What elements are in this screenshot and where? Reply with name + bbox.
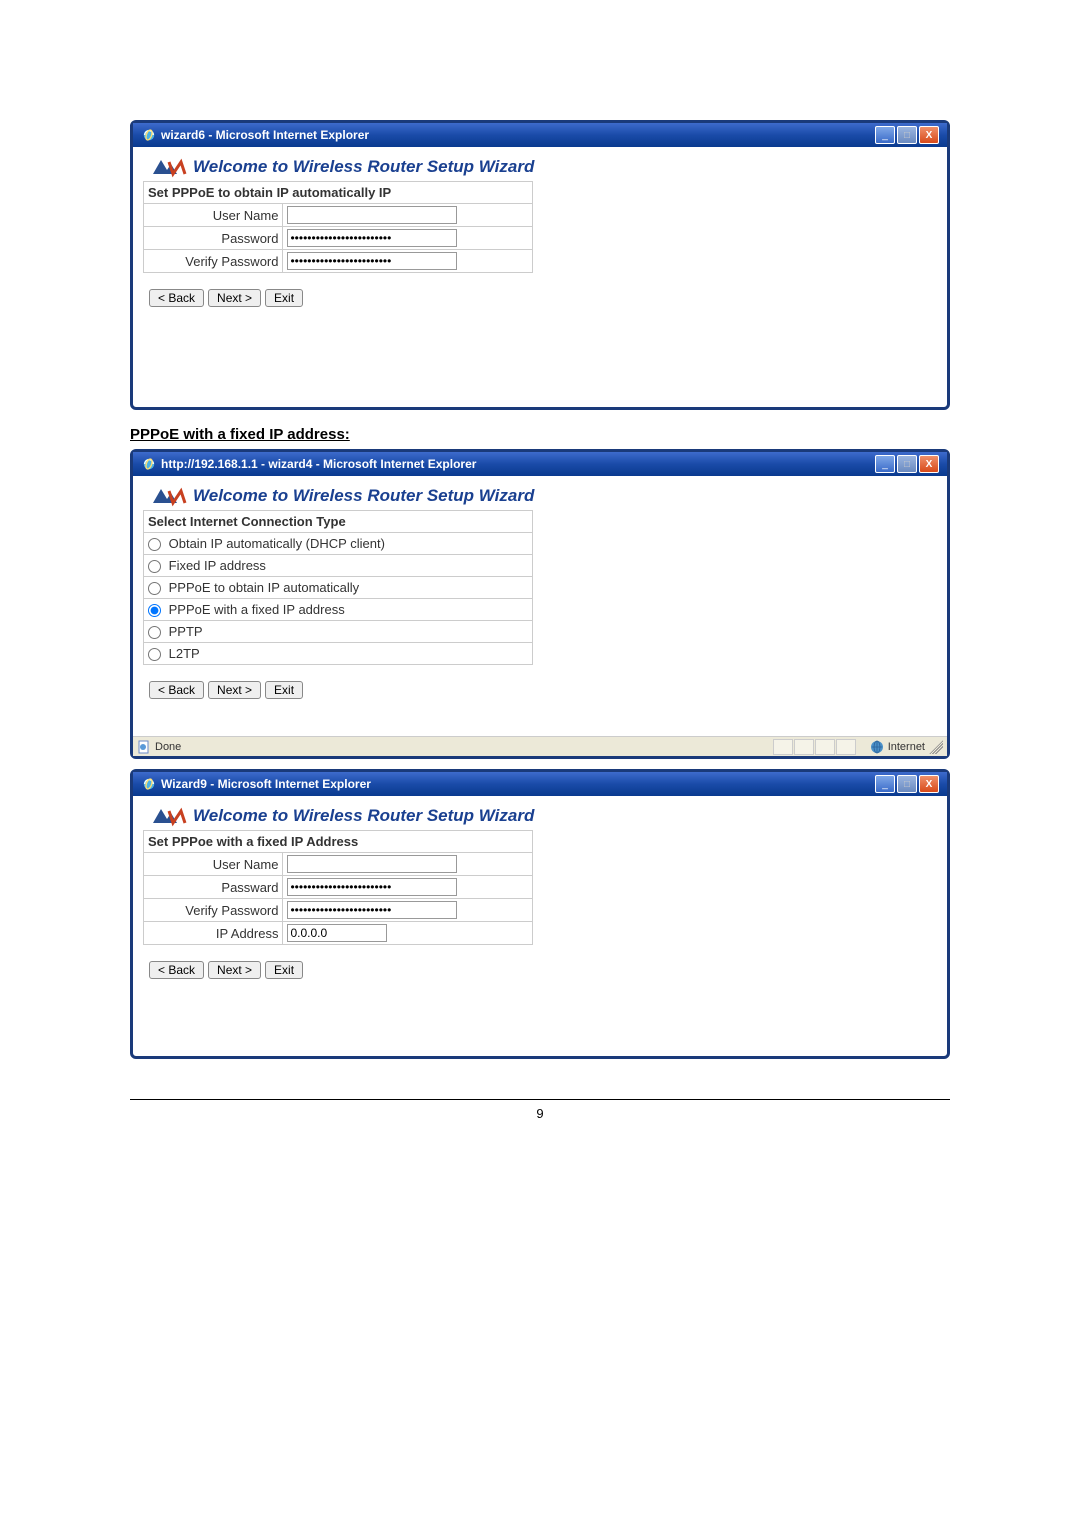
ie-icon — [141, 776, 157, 792]
minimize-button[interactable]: _ — [875, 455, 895, 473]
exit-button[interactable]: Exit — [265, 681, 303, 699]
option-pptp[interactable]: PPTP — [144, 621, 533, 643]
titlebar[interactable]: Wizard9 - Microsoft Internet Explorer _ … — [133, 772, 947, 796]
username-field[interactable] — [287, 206, 457, 224]
maximize-button[interactable]: □ — [897, 126, 917, 144]
option-fixed-ip[interactable]: Fixed IP address — [144, 555, 533, 577]
minimize-button[interactable]: _ — [875, 126, 895, 144]
exit-button[interactable]: Exit — [265, 289, 303, 307]
wizard-heading: Welcome to Wireless Router Setup Wizard — [149, 484, 937, 508]
status-bar: Done Internet — [133, 736, 947, 756]
section-heading-pppoe-fixed: PPPoE with a fixed IP address: — [130, 426, 950, 443]
titlebar[interactable]: wizard6 - Microsoft Internet Explorer _ … — [133, 123, 947, 147]
window-wizard4: http://192.168.1.1 - wizard4 - Microsoft… — [130, 449, 950, 759]
minimize-button[interactable]: _ — [875, 775, 895, 793]
window-title: Wizard9 - Microsoft Internet Explorer — [161, 777, 371, 791]
next-button[interactable]: Next > — [208, 961, 261, 979]
close-button[interactable]: X — [919, 775, 939, 793]
resize-grip[interactable] — [929, 740, 943, 754]
ie-icon — [141, 127, 157, 143]
next-button[interactable]: Next > — [208, 681, 261, 699]
password-label: Passward — [144, 876, 283, 899]
ie-icon — [141, 456, 157, 472]
exit-button[interactable]: Exit — [265, 961, 303, 979]
window-wizard6: wizard6 - Microsoft Internet Explorer _ … — [130, 120, 950, 410]
back-button[interactable]: < Back — [149, 681, 204, 699]
back-button[interactable]: < Back — [149, 289, 204, 307]
wizard-heading: Welcome to Wireless Router Setup Wizard — [149, 804, 937, 828]
close-button[interactable]: X — [919, 455, 939, 473]
option-pppoe-fixed[interactable]: PPPoE with a fixed IP address — [144, 599, 533, 621]
page-icon — [137, 740, 151, 754]
connection-type-table: Select Internet Connection Type Obtain I… — [143, 510, 533, 665]
wizard-logo-icon — [149, 155, 189, 179]
username-label: User Name — [144, 853, 283, 876]
titlebar[interactable]: http://192.168.1.1 - wizard4 - Microsoft… — [133, 452, 947, 476]
verify-password-field[interactable] — [287, 252, 457, 270]
password-field[interactable] — [287, 229, 457, 247]
ip-address-field[interactable] — [287, 924, 387, 942]
wizard-heading: Welcome to Wireless Router Setup Wizard — [149, 155, 937, 179]
page-number: 9 — [130, 1099, 950, 1121]
wizard-logo-icon — [149, 804, 189, 828]
password-label: Password — [144, 227, 283, 250]
pppoe-fixed-form: Set PPPoe with a fixed IP Address User N… — [143, 830, 533, 945]
verify-password-field[interactable] — [287, 901, 457, 919]
section-title: Set PPPoe with a fixed IP Address — [144, 831, 533, 853]
section-title: Select Internet Connection Type — [144, 511, 533, 533]
ip-address-label: IP Address — [144, 922, 283, 945]
verify-password-label: Verify Password — [144, 899, 283, 922]
wizard-logo-icon — [149, 484, 189, 508]
section-title: Set PPPoE to obtain IP automatically IP — [144, 182, 533, 204]
status-zone: Internet — [888, 741, 925, 753]
option-pppoe-auto[interactable]: PPPoE to obtain IP automatically — [144, 577, 533, 599]
status-segments — [773, 739, 856, 755]
window-title: http://192.168.1.1 - wizard4 - Microsoft… — [161, 457, 476, 471]
back-button[interactable]: < Back — [149, 961, 204, 979]
password-field[interactable] — [287, 878, 457, 896]
status-done: Done — [155, 741, 181, 753]
window-title: wizard6 - Microsoft Internet Explorer — [161, 128, 369, 142]
username-field[interactable] — [287, 855, 457, 873]
option-dhcp[interactable]: Obtain IP automatically (DHCP client) — [144, 533, 533, 555]
verify-password-label: Verify Password — [144, 250, 283, 273]
username-label: User Name — [144, 204, 283, 227]
close-button[interactable]: X — [919, 126, 939, 144]
option-l2tp[interactable]: L2TP — [144, 643, 533, 665]
pppoe-auto-form: Set PPPoE to obtain IP automatically IP … — [143, 181, 533, 273]
next-button[interactable]: Next > — [208, 289, 261, 307]
globe-icon — [870, 740, 884, 754]
maximize-button[interactable]: □ — [897, 775, 917, 793]
maximize-button[interactable]: □ — [897, 455, 917, 473]
window-wizard9: Wizard9 - Microsoft Internet Explorer _ … — [130, 769, 950, 1059]
